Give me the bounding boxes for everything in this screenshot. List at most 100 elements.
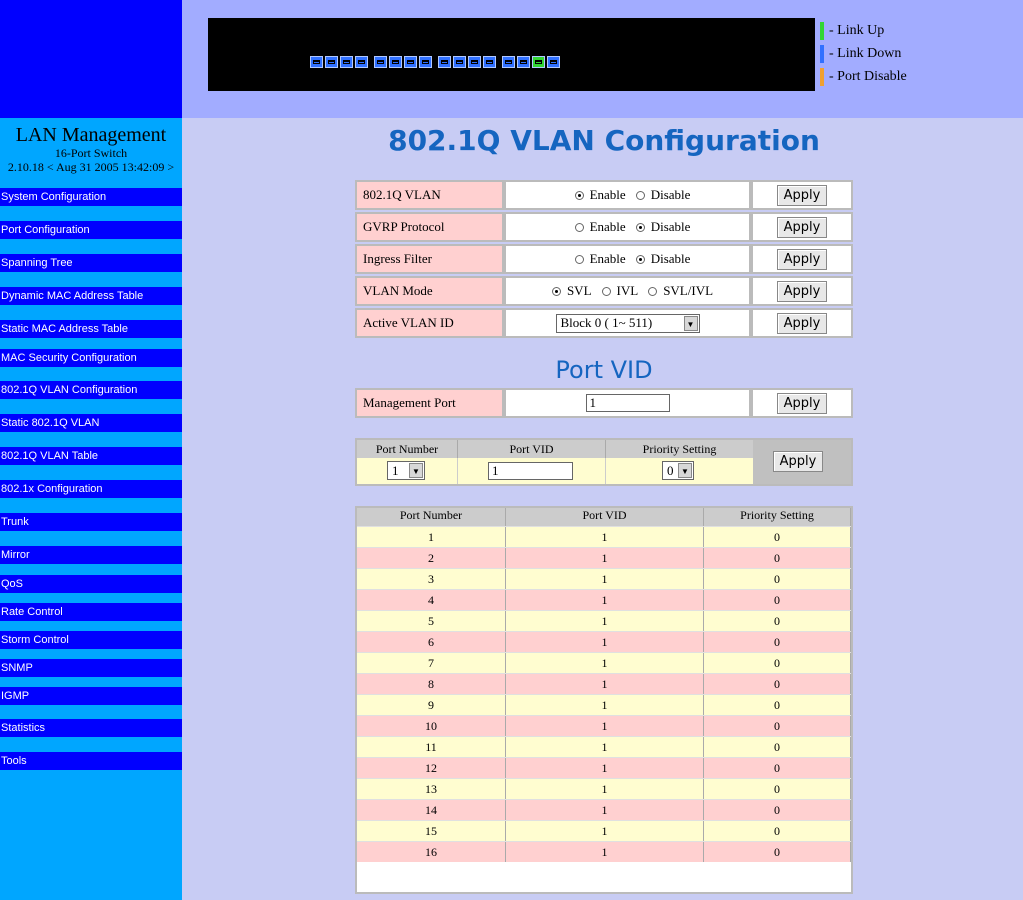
sidebar: LAN Management 16-Port Switch 2.10.18 < … — [0, 0, 182, 900]
apply-mode-button[interactable]: Apply — [777, 281, 827, 302]
sidebar-item[interactable]: 802.1Q VLAN Configuration — [0, 381, 182, 399]
sidebar-item[interactable]: MAC Security Configuration — [0, 349, 182, 367]
table-cell: 1 — [506, 527, 704, 547]
setting-row-vlan: 802.1Q VLAN Enable Disable Apply — [355, 180, 853, 210]
ethernet-port-icon — [340, 56, 353, 68]
firmware-version: 2.10.18 < Aug 31 2005 13:42:09 > — [7, 160, 175, 174]
setting-options: Enable Disable — [504, 212, 751, 242]
management-port-input[interactable]: 1 — [585, 394, 670, 412]
table-row: 810 — [357, 673, 851, 694]
ethernet-port-icon — [389, 56, 402, 68]
setting-label: Ingress Filter — [355, 244, 504, 274]
table-cell: 0 — [704, 737, 851, 757]
setting-options: Enable Disable — [504, 244, 751, 274]
sidebar-item[interactable]: 802.1Q VLAN Table — [0, 447, 182, 465]
table-cell: 7 — [357, 653, 506, 673]
port-number-cell: 1 ▼ — [357, 458, 458, 484]
radio-label: Enable — [589, 251, 626, 266]
ingress-disable-radio[interactable] — [635, 254, 645, 264]
sidebar-item[interactable]: IGMP — [0, 687, 182, 705]
port-vid-cell: 1 — [458, 458, 606, 484]
setting-options: Enable Disable — [504, 180, 751, 210]
ethernet-port-icon — [468, 56, 481, 68]
radio-label: Disable — [650, 187, 691, 202]
select-value: 0 — [667, 462, 674, 478]
setting-row-mgmt: Management Port 1 Apply — [355, 388, 853, 418]
brand-title: LAN Management — [15, 124, 167, 146]
sidebar-item[interactable]: Tools — [0, 752, 182, 770]
ethernet-port-icon — [355, 56, 368, 68]
chevron-down-icon: ▼ — [409, 463, 423, 478]
priority-select[interactable]: 0 ▼ — [662, 461, 694, 480]
ethernet-port-icon — [502, 56, 515, 68]
vlan-disable-radio[interactable] — [635, 190, 645, 200]
table-row: 11 1 0 — [357, 736, 851, 757]
apply-mgmt-button[interactable]: Apply — [777, 393, 827, 414]
setting-label: 802.1Q VLAN — [355, 180, 504, 210]
vlan-enable-radio[interactable] — [574, 190, 584, 200]
table-cell: 16 — [357, 842, 506, 862]
table-cell: 6 — [357, 632, 506, 652]
link-down-swatch — [820, 45, 824, 63]
port-group — [374, 56, 434, 68]
table-cell: 0 — [704, 527, 851, 547]
mode-svl-ivl-radio[interactable] — [648, 286, 658, 296]
ethernet-port-icon — [310, 56, 323, 68]
sidebar-item[interactable]: Static 802.1Q VLAN — [0, 414, 182, 432]
radio-label: SVL/IVL — [663, 283, 714, 298]
sidebar-banner — [0, 0, 182, 118]
sidebar-item[interactable]: Spanning Tree — [0, 254, 182, 272]
port-group — [310, 56, 370, 68]
action-cell: Apply — [751, 244, 853, 274]
ingress-enable-radio[interactable] — [574, 254, 584, 264]
port-number-select[interactable]: 1 ▼ — [387, 461, 425, 480]
active-vlan-select[interactable]: Block 0 ( 1~ 511) ▼ — [555, 313, 700, 333]
legend-link-up-label: - Link Up — [829, 23, 885, 38]
table-cell: 0 — [704, 758, 851, 778]
table-cell: 11 — [357, 737, 506, 757]
col-port-number: Port Number — [357, 440, 458, 458]
table-row: 710 — [357, 652, 851, 673]
table-cell: 0 — [704, 674, 851, 694]
sidebar-item[interactable]: Mirror — [0, 546, 182, 564]
port-group — [502, 56, 562, 68]
select-value: 1 — [392, 462, 399, 478]
port-group — [438, 56, 498, 68]
apply-active-vlan-button[interactable]: Apply — [777, 313, 827, 334]
gvrp-enable-radio[interactable] — [574, 222, 584, 232]
table-row: 15 1 0 — [357, 820, 851, 841]
apply-ingress-button[interactable]: Apply — [777, 249, 827, 270]
radio-label: Enable — [589, 187, 626, 202]
table-cell: 1 — [506, 548, 704, 568]
table-header: Port Number Port VID Priority Setting — [357, 508, 851, 526]
sidebar-item[interactable]: Storm Control — [0, 631, 182, 649]
port-vid-input[interactable]: 1 — [488, 462, 573, 480]
mode-svl-radio[interactable] — [551, 286, 561, 296]
sidebar-item[interactable]: 802.1x Configuration — [0, 480, 182, 498]
sidebar-item[interactable]: Static MAC Address Table — [0, 320, 182, 338]
select-value: Block 0 ( 1~ 511) — [560, 315, 653, 330]
port-vid-title: Port VID — [555, 356, 653, 384]
gvrp-disable-radio[interactable] — [635, 222, 645, 232]
table-cell: 9 — [357, 695, 506, 715]
ethernet-port-icon — [547, 56, 560, 68]
sidebar-item[interactable]: System Configuration — [0, 188, 182, 206]
radio-label: Enable — [589, 219, 626, 234]
apply-vlan-button[interactable]: Apply — [777, 185, 827, 206]
setting-row-mode: VLAN Mode SVL IVL SVL/IVL Apply — [355, 276, 853, 306]
sidebar-item[interactable]: Trunk — [0, 513, 182, 531]
sidebar-item[interactable]: SNMP — [0, 659, 182, 677]
sidebar-item[interactable]: Port Configuration — [0, 221, 182, 239]
sidebar-item[interactable]: Dynamic MAC Address Table — [0, 287, 182, 305]
switch-front-panel — [208, 18, 815, 91]
apply-gvrp-button[interactable]: Apply — [777, 217, 827, 238]
mode-ivl-radio[interactable] — [601, 286, 611, 296]
table-cell: 1 — [506, 632, 704, 652]
apply-port-vid-button[interactable]: Apply — [773, 451, 823, 472]
ethernet-port-icon — [419, 56, 432, 68]
page-title: 802.1Q VLAN Configuration — [388, 124, 820, 157]
sidebar-item[interactable]: Rate Control — [0, 603, 182, 621]
table-cell: 0 — [704, 611, 851, 631]
sidebar-item[interactable]: Statistics — [0, 719, 182, 737]
sidebar-item[interactable]: QoS — [0, 575, 182, 593]
